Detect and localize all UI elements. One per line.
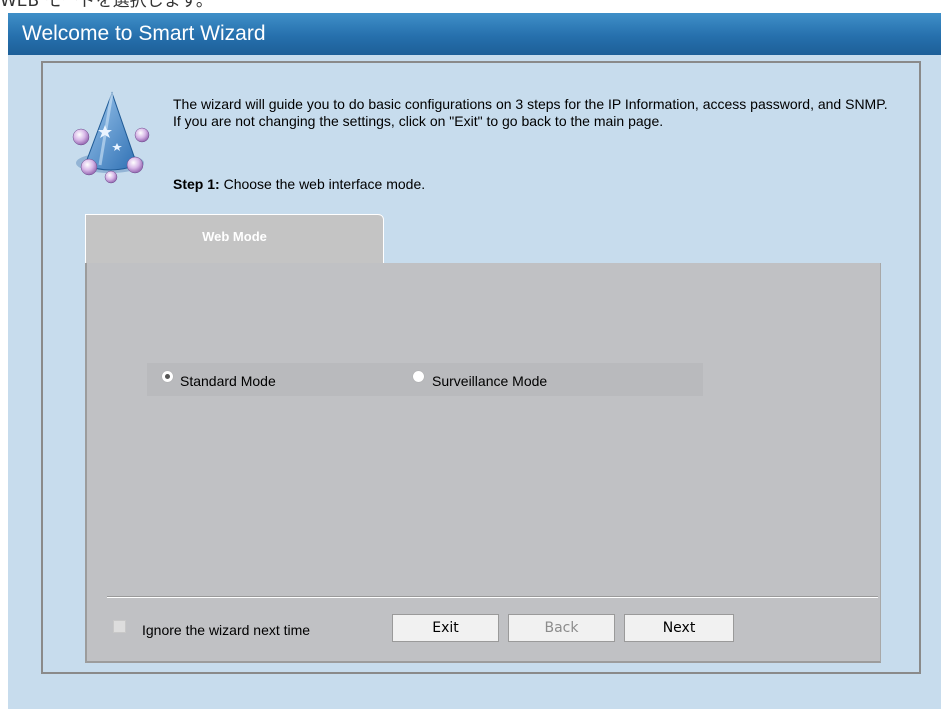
standard-mode-label[interactable]: Standard Mode xyxy=(180,373,276,390)
next-button[interactable]: Next xyxy=(624,614,734,642)
step-number: Step 1: xyxy=(173,176,220,192)
wizard-hat-icon xyxy=(72,91,150,184)
ignore-wizard-checkbox[interactable] xyxy=(113,620,126,633)
page-top-text: WEB モードを選択します。 xyxy=(0,0,213,11)
exit-button[interactable]: Exit xyxy=(392,614,499,642)
dialog-title: Welcome to Smart Wizard xyxy=(22,22,266,45)
step-instruction: Step 1: Choose the web interface mode. xyxy=(173,176,425,193)
ignore-wizard-label[interactable]: Ignore the wizard next time xyxy=(142,622,310,639)
surveillance-mode-label[interactable]: Surveillance Mode xyxy=(432,373,547,390)
title-bar: Welcome to Smart Wizard xyxy=(8,13,941,55)
back-button[interactable]: Back xyxy=(508,614,615,642)
surveillance-mode-radio[interactable] xyxy=(413,371,424,382)
tab-web-mode[interactable]: Web Mode xyxy=(85,214,384,264)
tab-web-mode-label: Web Mode xyxy=(202,229,267,244)
step-text: Choose the web interface mode. xyxy=(219,176,426,192)
intro-text: The wizard will guide you to do basic co… xyxy=(173,96,888,129)
web-mode-panel xyxy=(85,263,881,663)
standard-mode-radio[interactable] xyxy=(162,371,173,382)
footer-separator xyxy=(107,597,878,598)
